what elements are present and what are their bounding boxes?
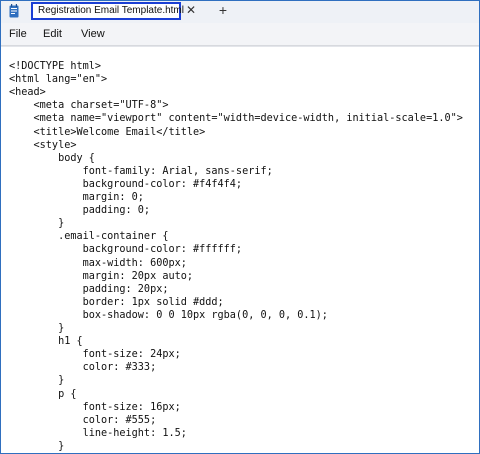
code-line: <head> [9, 87, 46, 99]
code-line: <html lang="en"> [9, 74, 108, 86]
code-line: } [9, 323, 65, 334]
tab-title: Registration Email Template.html [38, 5, 184, 16]
code-line: font-size: 16px; [9, 401, 181, 413]
title-bar: Registration Email Template.html ✕ + [1, 1, 479, 23]
notepad-window: Registration Email Template.html ✕ + Fil… [0, 0, 480, 454]
menu-edit[interactable]: Edit [43, 28, 62, 40]
text-editor[interactable]: <!DOCTYPE html> <html lang="en"> <head> <m… [1, 46, 479, 453]
notepad-icon [9, 4, 19, 18]
code-line: padding: 0; [9, 205, 151, 217]
code-line: <meta name="viewport" content="width=dev… [9, 113, 463, 125]
menu-bar: File Edit View [1, 23, 479, 46]
code-line: background-color: #ffffff; [9, 244, 243, 256]
code-line: color: #333; [9, 362, 157, 374]
code-line: padding: 20px; [9, 283, 169, 295]
code-line: line-height: 1.5; [9, 427, 187, 439]
code-line: font-size: 24px; [9, 349, 181, 361]
plus-icon[interactable]: + [216, 2, 230, 18]
code-line: <meta charset="UTF-8"> [9, 100, 169, 112]
tab-registration-email-template[interactable]: Registration Email Template.html [31, 2, 184, 20]
code-line: font-family: Arial, sans-serif; [9, 165, 273, 177]
code-line: p { [9, 388, 77, 400]
close-icon[interactable]: ✕ [185, 3, 197, 17]
code-line: border: 1px solid #ddd; [9, 296, 224, 308]
code-line: } [9, 375, 65, 387]
code-line: <style> [9, 139, 77, 151]
code-line: <title>Welcome Email</title> [9, 126, 206, 138]
code-line: h1 { [9, 336, 83, 348]
code-line: box-shadow: 0 0 10px rgba(0, 0, 0, 0.1); [9, 309, 328, 321]
code-line: } [9, 440, 65, 452]
code-line: margin: 20px auto; [9, 270, 194, 282]
code-line: .email-container { [9, 231, 169, 243]
code-line: } [9, 218, 65, 230]
code-line: <!DOCTYPE html> [9, 61, 102, 72]
menu-view[interactable]: View [81, 28, 105, 40]
code-line: color: #555; [9, 414, 157, 426]
code-line: background-color: #f4f4f4; [9, 178, 243, 190]
code-line: body { [9, 152, 95, 164]
menu-file[interactable]: File [9, 28, 27, 40]
code-line: margin: 0; [9, 192, 144, 203]
code-line: max-width: 600px; [9, 257, 187, 269]
